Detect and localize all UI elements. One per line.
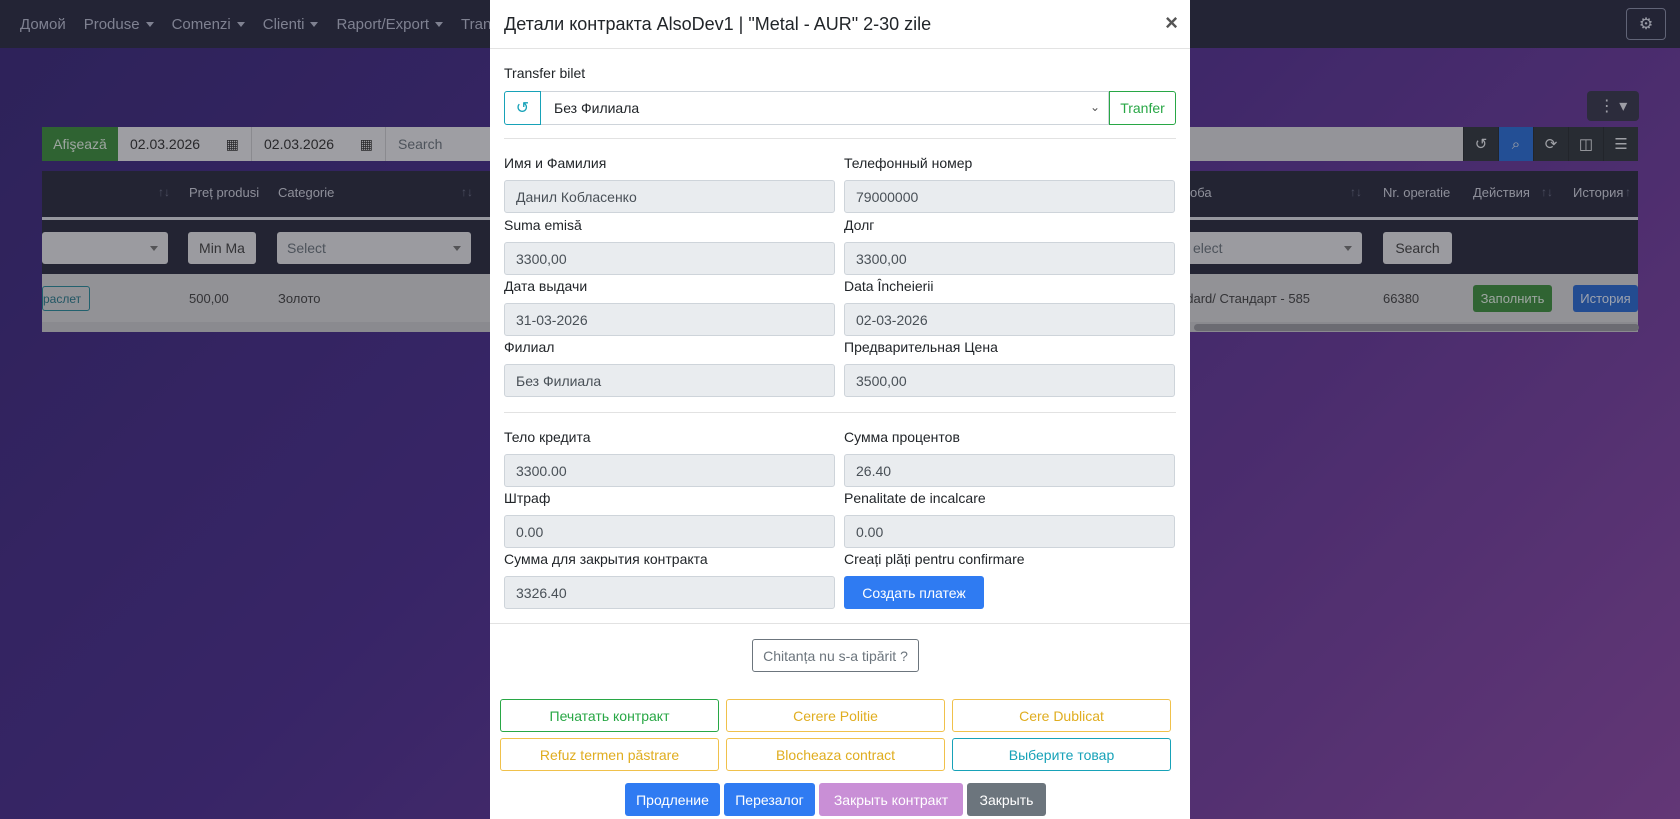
phone-label: Телефонный номер <box>844 155 973 171</box>
branch-field: Без Филиала <box>504 364 835 397</box>
close-sum-label: Сумма для закрытия контракта <box>504 551 708 567</box>
fine-label: Штраф <box>504 490 551 506</box>
issue-date-field: 31-03-2026 <box>504 303 835 336</box>
name-field: Данил Кобласенко <box>504 180 835 213</box>
divider <box>504 412 1176 413</box>
extend-button[interactable]: Продление <box>625 783 720 816</box>
branch-select-value: Без Филиала <box>554 100 640 116</box>
close-date-label: Data Încheierii <box>844 278 934 294</box>
credit-body-label: Тело кредита <box>504 429 591 445</box>
close-icon[interactable]: × <box>1165 10 1178 36</box>
divider <box>490 623 1190 624</box>
chevron-down-icon: ⌄ <box>1089 100 1100 114</box>
transfer-button[interactable]: Tranfer <box>1109 91 1176 125</box>
repledge-button[interactable]: Перезалог <box>724 783 815 816</box>
refuse-storage-button[interactable]: Refuz termen păstrare <box>500 738 719 771</box>
modal-header: Детали контракта AlsoDev1 | "Metal - AUR… <box>490 0 1190 49</box>
modal-title: Детали контракта AlsoDev1 | "Metal - AUR… <box>504 13 932 34</box>
create-payments-label: Creați plăți pentru confirmare <box>844 551 1025 567</box>
debt-field: 3300,00 <box>844 242 1175 275</box>
suma-field: 3300,00 <box>504 242 835 275</box>
close-sum-field: 3326.40 <box>504 576 835 609</box>
fine-field: 0.00 <box>504 515 835 548</box>
request-duplicate-button[interactable]: Cere Dublicat <box>952 699 1171 732</box>
divider <box>504 138 1176 139</box>
branch-select[interactable]: Без Филиала ⌄ <box>541 91 1109 125</box>
phone-field: 79000000 <box>844 180 1175 213</box>
interest-field: 26.40 <box>844 454 1175 487</box>
print-contract-button[interactable]: Печатать контракт <box>500 699 719 732</box>
select-item-button[interactable]: Выберите товар <box>952 738 1171 771</box>
name-label: Имя и Фамилия <box>504 155 607 171</box>
credit-body-field: 3300.00 <box>504 454 835 487</box>
close-button[interactable]: Закрыть <box>967 783 1046 816</box>
transfer-label: Transfer bilet <box>504 65 586 81</box>
prelim-price-field: 3500,00 <box>844 364 1175 397</box>
create-payment-button[interactable]: Создать платеж <box>844 576 984 609</box>
close-date-field: 02-03-2026 <box>844 303 1175 336</box>
penalty-label: Penalitate de incalcare <box>844 490 986 506</box>
history-icon[interactable]: ↺ <box>504 91 541 125</box>
prelim-price-label: Предварительная Цена <box>844 339 998 355</box>
transfer-group: ↺ Без Филиала ⌄ Tranfer <box>504 91 1176 125</box>
branch-label: Филиал <box>504 339 555 355</box>
block-contract-button[interactable]: Blocheaza contract <box>726 738 945 771</box>
contract-details-modal: Детали контракта AlsoDev1 | "Metal - AUR… <box>490 0 1190 819</box>
close-contract-button[interactable]: Закрыть контракт <box>819 783 963 816</box>
police-request-button[interactable]: Cerere Politie <box>726 699 945 732</box>
interest-label: Сумма процентов <box>844 429 960 445</box>
issue-date-label: Дата выдачи <box>504 278 588 294</box>
suma-label: Suma emisă <box>504 217 582 233</box>
receipt-not-printed-button[interactable]: Chitanța nu s-a tipărit ? <box>752 639 919 672</box>
penalty-field: 0.00 <box>844 515 1175 548</box>
debt-label: Долг <box>844 217 875 233</box>
